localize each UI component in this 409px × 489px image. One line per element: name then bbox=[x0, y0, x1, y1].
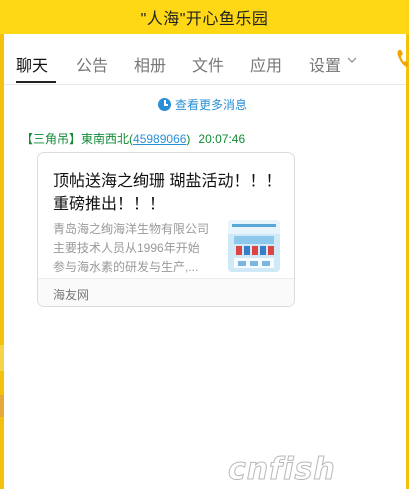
phone-icon[interactable] bbox=[396, 48, 409, 70]
card-desc-line: 青岛海之绚海洋生物有限公司 bbox=[53, 222, 210, 236]
message-sender-line: 【三角吊】東南西北(45989066) 20:07:46 bbox=[21, 130, 245, 147]
load-more-label: 查看更多消息 bbox=[175, 98, 248, 112]
card-source: 海友网 bbox=[53, 288, 90, 302]
active-tab-indicator bbox=[16, 81, 56, 83]
frame-highlight bbox=[0, 395, 4, 417]
frame-highlight bbox=[0, 345, 4, 371]
sender-tag: 【三角吊】 bbox=[21, 132, 82, 146]
tab-settings[interactable]: 设置 bbox=[309, 52, 341, 76]
sender-qq-link[interactable]: 45989066 bbox=[133, 132, 186, 146]
tab-files[interactable]: 文件 bbox=[192, 52, 224, 76]
card-desc-line: 参与海水素的研发与生产,... bbox=[53, 260, 199, 274]
tab-bar: 聊天 公告 相册 文件 应用 设置 bbox=[4, 34, 409, 85]
title-bar: "人海"开心鱼乐园 bbox=[0, 0, 409, 34]
message-time: 20:07:46 bbox=[198, 132, 246, 146]
card-title: 顶帖送海之绚珊 瑚盐活动！！！ 重磅推出！！！ bbox=[53, 173, 282, 213]
load-more-link[interactable]: 查看更多消息 bbox=[158, 96, 247, 113]
tab-chat[interactable]: 聊天 bbox=[16, 52, 48, 76]
share-card[interactable]: 顶帖送海之绚珊 瑚盐活动！！！ 重磅推出！！！ 青岛海之绚海洋生物有限公司 主要… bbox=[37, 152, 295, 307]
tab-album[interactable]: 相册 bbox=[134, 52, 166, 76]
tab-announcements[interactable]: 公告 bbox=[76, 52, 108, 76]
left-frame-border bbox=[0, 34, 4, 489]
sender-name: 東南西北 bbox=[81, 132, 130, 146]
watermark-logo: cnfish bbox=[228, 452, 336, 488]
clock-icon bbox=[158, 98, 171, 111]
card-thumbnail bbox=[228, 220, 280, 272]
chevron-down-icon[interactable] bbox=[347, 55, 357, 65]
tab-apps[interactable]: 应用 bbox=[250, 52, 282, 76]
card-footer: 海友网 bbox=[38, 278, 294, 306]
card-description: 青岛海之绚海洋生物有限公司 主要技术人员从1996年开始 参与海水素的研发与生产… bbox=[53, 220, 228, 277]
card-desc-line: 主要技术人员从1996年开始 bbox=[53, 241, 200, 255]
window-title: "人海"开心鱼乐园 bbox=[140, 11, 269, 28]
sender-qq-close: ) bbox=[186, 132, 191, 146]
